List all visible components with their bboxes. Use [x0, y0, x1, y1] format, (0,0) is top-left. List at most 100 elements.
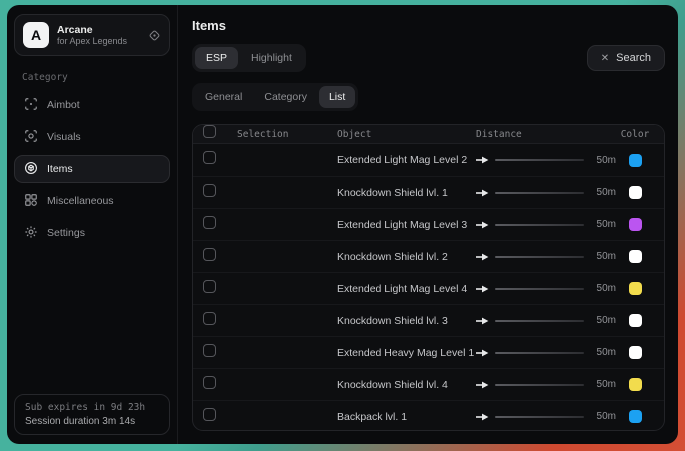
color-swatch[interactable] [629, 378, 642, 391]
sidebar-item-aimbot[interactable]: Aimbot [14, 91, 170, 119]
row-checkbox[interactable] [203, 408, 216, 421]
tab-esp[interactable]: ESP [195, 47, 238, 69]
sidebar-nav: Aimbot Visuals Items [14, 91, 170, 247]
object-label: Backpack lvl. 1 [337, 411, 476, 423]
tab-list[interactable]: List [319, 86, 355, 108]
column-header-color: Color [616, 129, 654, 140]
app-name: Arcane [57, 24, 140, 36]
main-panel: Items ESP Highlight ✕ Search General Cat… [178, 5, 678, 444]
table-header: Selection Object Distance Color [193, 125, 664, 144]
color-swatch[interactable] [629, 314, 642, 327]
table-row: Extended Light Mag Level 250m [193, 144, 664, 176]
color-swatch[interactable] [629, 410, 642, 423]
search-button[interactable]: ✕ Search [587, 45, 665, 71]
distance-value: 50m [590, 379, 616, 390]
sidebar-item-label: Miscellaneous [47, 195, 114, 207]
sidebar-item-items[interactable]: Items [14, 155, 170, 183]
color-swatch[interactable] [629, 250, 642, 263]
tab-category[interactable]: Category [254, 86, 317, 108]
table-row: Extended Light Mag Level 3 50m [193, 208, 664, 240]
table-row: Knockdown Shield lvl. 1 50m [193, 176, 664, 208]
sidebar-item-settings[interactable]: Settings [14, 219, 170, 247]
search-icon: ✕ [601, 53, 609, 64]
distance-slider[interactable] [495, 288, 584, 290]
grid-icon [24, 193, 38, 210]
distance-slider[interactable] [495, 384, 584, 386]
pin-icon[interactable] [148, 29, 161, 42]
slider-thumb-icon[interactable] [476, 413, 489, 421]
sidebar-item-label: Settings [47, 227, 85, 239]
slider-thumb-icon[interactable] [476, 317, 489, 325]
app-subtitle: for Apex Legends [57, 36, 140, 46]
sub-expiry-text: Sub expires in 9d 23h [25, 402, 159, 413]
row-checkbox[interactable] [203, 376, 216, 389]
cube-icon [24, 161, 38, 178]
color-swatch[interactable] [629, 346, 642, 359]
table-row: Knockdown Shield lvl. 4 50m [193, 368, 664, 400]
crosshair-icon [24, 97, 38, 114]
object-label: Extended Light Mag Level 3 [337, 219, 476, 231]
sidebar-item-label: Visuals [47, 131, 81, 143]
distance-slider[interactable] [495, 192, 584, 194]
distance-slider[interactable] [495, 256, 584, 258]
slider-thumb-icon[interactable] [476, 156, 489, 164]
table-body: Extended Light Mag Level 250mKnockdown S… [193, 144, 664, 431]
slider-thumb-icon[interactable] [476, 381, 489, 389]
row-checkbox[interactable] [203, 184, 216, 197]
distance-value: 50m [590, 347, 616, 358]
distance-slider[interactable] [495, 352, 584, 354]
select-all-checkbox[interactable] [203, 125, 216, 138]
table-row: Extended Heavy Mag Level 150m [193, 336, 664, 368]
row-checkbox[interactable] [203, 344, 216, 357]
column-header-selection: Selection [237, 129, 337, 140]
object-label: Knockdown Shield lvl. 2 [337, 251, 476, 263]
distance-slider[interactable] [495, 416, 584, 418]
row-checkbox[interactable] [203, 248, 216, 261]
distance-value: 50m [590, 187, 616, 198]
object-label: Knockdown Shield lvl. 4 [337, 379, 476, 391]
sidebar-item-miscellaneous[interactable]: Miscellaneous [14, 187, 170, 215]
color-swatch[interactable] [629, 218, 642, 231]
sidebar-item-label: Aimbot [47, 99, 80, 111]
row-checkbox[interactable] [203, 216, 216, 229]
distance-slider[interactable] [495, 320, 584, 322]
focus-icon [24, 129, 38, 146]
toolbar: ESP Highlight ✕ Search [192, 44, 665, 72]
row-checkbox[interactable] [203, 312, 216, 325]
object-label: Extended Light Mag Level 4 [337, 283, 476, 295]
sidebar-item-visuals[interactable]: Visuals [14, 123, 170, 151]
gear-icon [24, 225, 38, 242]
distance-value: 50m [590, 283, 616, 294]
column-header-distance: Distance [476, 129, 616, 140]
slider-thumb-icon[interactable] [476, 253, 489, 261]
slider-thumb-icon[interactable] [476, 349, 489, 357]
search-button-label: Search [616, 52, 651, 64]
slider-thumb-icon[interactable] [476, 285, 489, 293]
slider-thumb-icon[interactable] [476, 189, 489, 197]
object-label: Knockdown Shield lvl. 1 [337, 187, 476, 199]
color-swatch[interactable] [629, 154, 642, 167]
mode-tabs: ESP Highlight [192, 44, 306, 72]
distance-value: 50m [590, 155, 616, 166]
page-title: Items [192, 18, 665, 33]
session-card: Sub expires in 9d 23h Session duration 3… [14, 394, 170, 435]
brand-card: A Arcane for Apex Legends [14, 14, 170, 56]
color-swatch[interactable] [629, 282, 642, 295]
slider-thumb-icon[interactable] [476, 221, 489, 229]
object-label: Knockdown Shield lvl. 3 [337, 315, 476, 327]
distance-value: 50m [590, 411, 616, 422]
color-swatch[interactable] [629, 186, 642, 199]
tab-highlight[interactable]: Highlight [240, 47, 303, 69]
distance-value: 50m [590, 219, 616, 230]
sidebar-item-label: Items [47, 163, 73, 175]
row-checkbox[interactable] [203, 280, 216, 293]
table-row: Knockdown Shield lvl. 3 50m [193, 304, 664, 336]
distance-slider[interactable] [495, 224, 584, 226]
session-duration-text: Session duration 3m 14s [25, 416, 159, 427]
distance-value: 50m [590, 315, 616, 326]
distance-slider[interactable] [495, 159, 584, 161]
app-window: A Arcane for Apex Legends Category [7, 5, 678, 444]
tab-general[interactable]: General [195, 86, 252, 108]
app-logo: A [23, 22, 49, 48]
row-checkbox[interactable] [203, 151, 216, 164]
